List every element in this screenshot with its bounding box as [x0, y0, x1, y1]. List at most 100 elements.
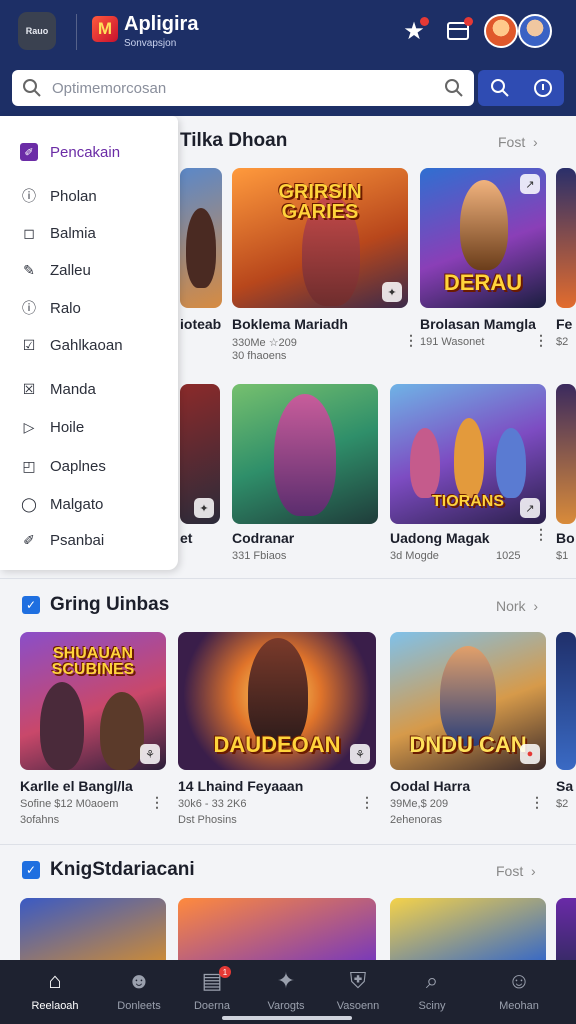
play-icon: ▷ — [23, 418, 35, 435]
tab-people[interactable]: ☻ Donleets — [98, 960, 180, 1024]
badge-icon: ⚘ — [140, 744, 160, 764]
frame-icon: ◰ — [22, 457, 36, 474]
game-art — [180, 168, 222, 308]
menu-item-label: Zalleu — [50, 261, 91, 279]
game-title: ioteab — [180, 316, 222, 332]
inbox-icon[interactable] — [444, 17, 473, 45]
search-field[interactable] — [12, 70, 474, 106]
app-tile[interactable]: Rauo — [18, 12, 56, 50]
tab-shield[interactable]: ⛨ Vasoenn — [317, 960, 399, 1024]
game-meta: 331 Fbiaos — [232, 550, 287, 562]
tab-label: Varogts — [267, 1000, 305, 1012]
menu-item[interactable]: ☑ Gahlkaoan — [20, 333, 123, 357]
home-indicator — [222, 1016, 352, 1020]
more-options-icon[interactable]: ⋮ — [534, 526, 548, 543]
badge-icon: ⚘ — [350, 744, 370, 764]
section-more-label: Fost — [496, 863, 524, 879]
tab-apps[interactable]: ✦ Varogts — [245, 960, 327, 1024]
menu-item-label: Pencakain — [50, 143, 121, 161]
section-title: Tilka Dhoan — [180, 130, 288, 151]
menu-item[interactable]: ◰ Oaplnes — [20, 454, 106, 478]
game-meta: $2 — [556, 336, 569, 348]
section-more-link[interactable]: Nork › — [496, 598, 538, 614]
game-meta-secondary: Dst Phosins — [178, 814, 237, 826]
menu-item[interactable]: ✐ Pencakain — [20, 140, 120, 164]
menu-item[interactable]: ◻ Balmia — [20, 221, 96, 245]
game-art[interactable] — [390, 898, 546, 960]
menu-item-label: Manda — [50, 380, 96, 398]
game-art[interactable] — [20, 898, 166, 960]
tab-profile[interactable]: ☺ Meohan — [478, 960, 560, 1024]
badge-icon: ● — [520, 744, 540, 764]
menu-item[interactable]: ✐ Psanbai — [20, 528, 104, 552]
game-art-title: GRIRSIN GARIES — [278, 181, 362, 223]
menu-item[interactable]: ✎ Zalleu — [20, 258, 91, 282]
section-more-link[interactable]: Fost › — [498, 134, 538, 150]
more-options-icon[interactable]: ⋮ — [360, 794, 374, 811]
game-title: Oodal Harra — [390, 778, 471, 794]
game-meta: Sofine $12 M0aoem — [20, 798, 119, 810]
game-meta: $1 — [556, 550, 569, 562]
pen-icon: ✎ — [23, 261, 35, 278]
menu-item-label: Gahlkaoan — [50, 336, 123, 354]
game-art: DERAU ↗ — [420, 168, 546, 308]
avatar[interactable] — [484, 14, 518, 48]
more-options-icon[interactable]: ⋮ — [150, 794, 164, 811]
search-bar — [0, 66, 576, 116]
menu-item-label: Psanbai — [50, 531, 105, 549]
game-art[interactable] — [178, 898, 376, 960]
info-icon: ⓘ — [22, 188, 36, 204]
star-icon[interactable]: ★ — [400, 17, 429, 45]
profile-icon: ☺ — [507, 968, 531, 993]
badge-icon: ↗ — [520, 498, 540, 518]
search-clear-icon[interactable] — [444, 78, 464, 98]
menu-item[interactable]: ⓘ Pholan — [20, 184, 97, 208]
tab-inbox[interactable]: ▤ 1 Doerna — [171, 960, 253, 1024]
side-menu: ✐ Pencakain ⓘ Pholan ◻ Balmia ✎ Zalleu ⓘ Ralo… — [0, 116, 178, 570]
section-check-icon: ✓ — [22, 861, 40, 879]
game-art — [556, 168, 576, 308]
game-title: et — [180, 530, 193, 546]
header-divider — [76, 14, 77, 50]
app-root: Rauo M Apligira Sonvapsjon ★ Tilka Dhoan… — [0, 0, 576, 1024]
circle-icon: ◯ — [21, 495, 37, 512]
search-icon: ⌕ — [425, 968, 439, 993]
section-more-link[interactable]: Fost › — [496, 863, 536, 879]
search-input[interactable] — [52, 77, 422, 99]
game-art-title: SHUAUAN SCUBINES — [51, 645, 135, 678]
section-divider — [0, 578, 576, 579]
menu-item[interactable]: ⓘ Ralo — [20, 296, 81, 320]
info-button[interactable] — [521, 70, 564, 106]
menu-item-label: Oaplnes — [50, 457, 106, 475]
more-options-icon[interactable]: ⋮ — [530, 794, 544, 811]
avatar-secondary[interactable] — [518, 14, 552, 48]
tab-home[interactable]: ⌂ Reelaoah — [14, 960, 96, 1024]
game-art: GRIRSIN GARIES ✦ — [232, 168, 408, 308]
menu-item[interactable]: ☒ Manda — [20, 377, 96, 401]
section-more-label: Nork — [496, 598, 526, 614]
more-options-icon[interactable]: ⋮ — [404, 332, 418, 349]
game-art — [556, 632, 576, 770]
game-art: SHUAUAN SCUBINES ⚘ — [20, 632, 166, 770]
top-bar: Rauo M Apligira Sonvapsjon ★ — [0, 0, 576, 66]
menu-item[interactable]: ◯ Malgato — [20, 492, 103, 516]
game-meta: $2 — [556, 798, 569, 810]
checkbox-icon: ☑ — [22, 336, 36, 353]
game-art[interactable] — [556, 898, 576, 960]
search-button[interactable] — [478, 70, 521, 106]
menu-item[interactable]: ▷ Hoile — [20, 415, 85, 439]
game-meta: 30k6 - 33 2K6 — [178, 798, 247, 810]
menu-item-label: Hoile — [50, 418, 85, 436]
notification-badge: 1 — [219, 966, 231, 978]
section-check-icon: ✓ — [22, 596, 40, 614]
game-title: Bo — [556, 530, 575, 546]
crossbox-icon: ☒ — [22, 380, 36, 397]
square-icon: ◻ — [23, 224, 35, 241]
home-icon: ⌂ — [48, 968, 62, 993]
tab-search[interactable]: ⌕ Sciny — [391, 960, 473, 1024]
section-divider — [0, 844, 576, 845]
tab-label: Donleets — [117, 1000, 161, 1012]
game-art: ✦ — [180, 384, 220, 524]
game-art — [556, 384, 576, 524]
more-options-icon[interactable]: ⋮ — [534, 332, 548, 349]
